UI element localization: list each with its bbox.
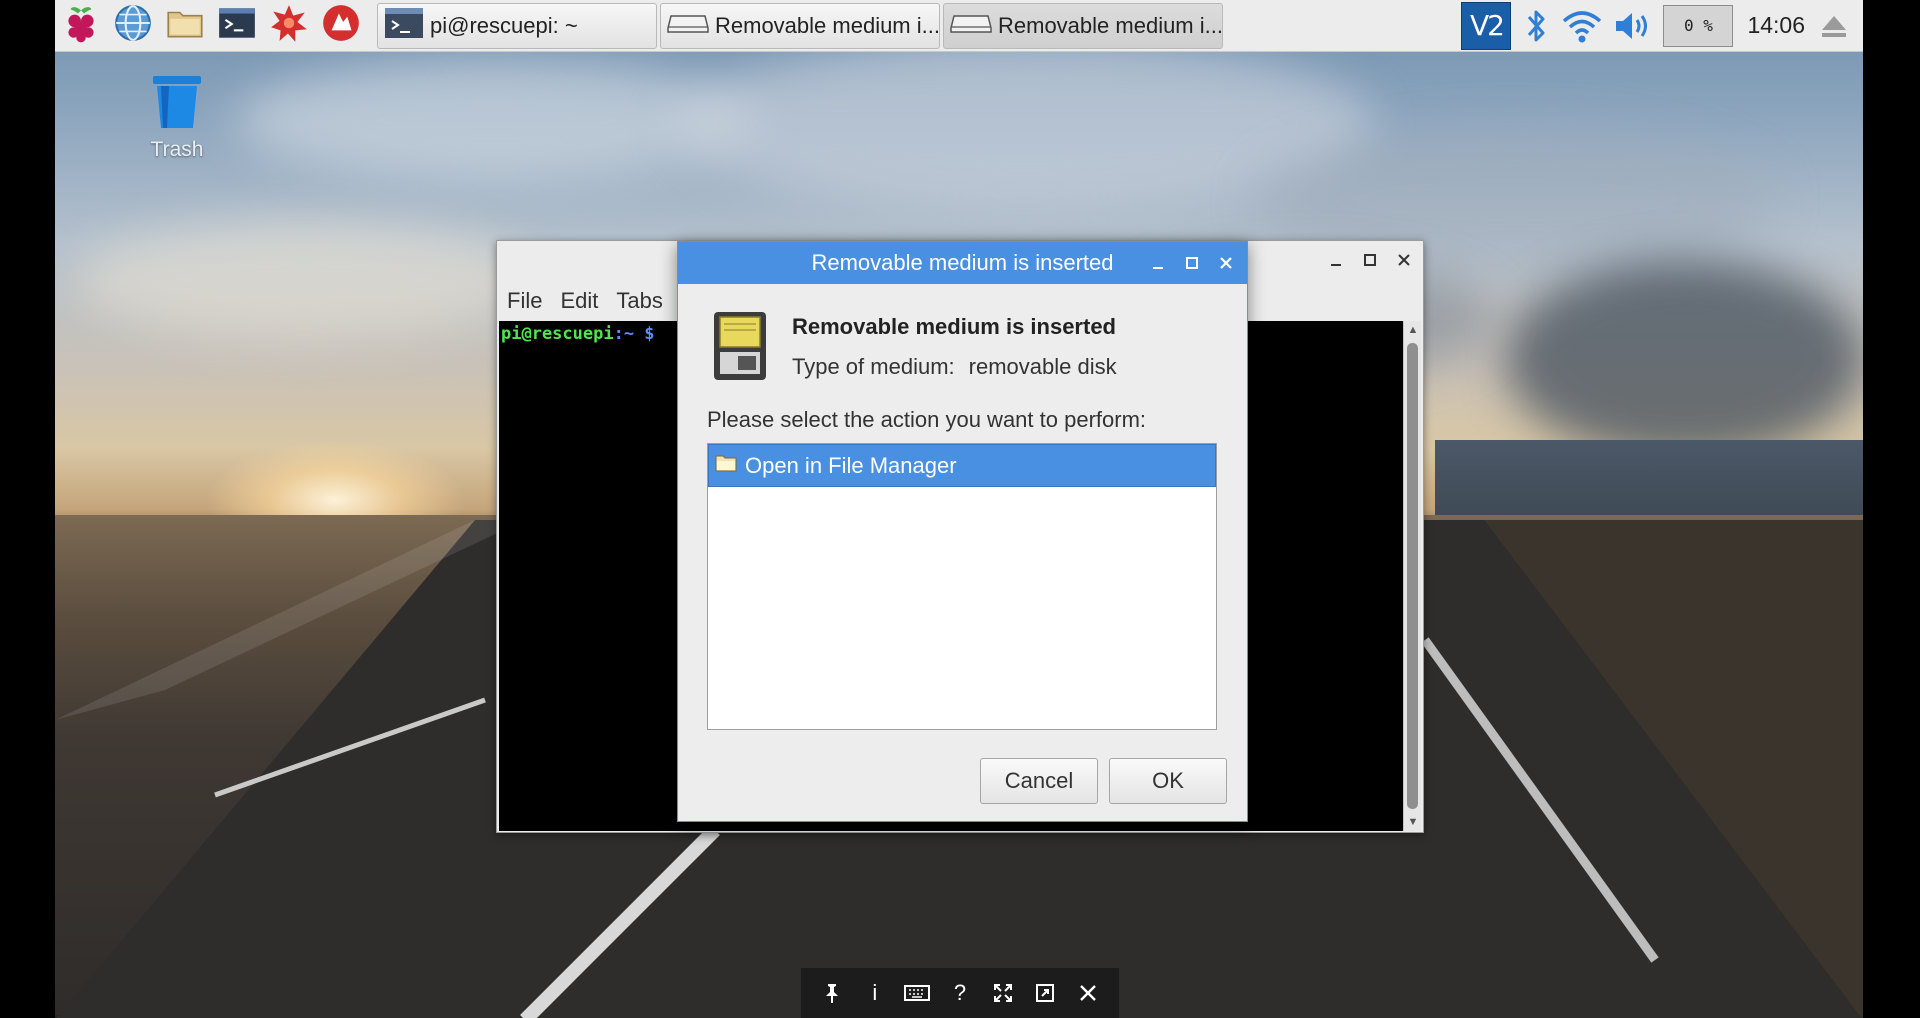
removable-medium-dialog: Removable medium is inserted Removable m… — [677, 241, 1248, 822]
taskbar-window-label: pi@rescuepi: ~ — [430, 12, 578, 38]
prompt-path: :~ $ — [613, 324, 655, 344]
close-icon[interactable] — [1215, 250, 1237, 276]
wolfram-button[interactable] — [315, 0, 367, 52]
scroll-down-icon[interactable]: ▼ — [1404, 813, 1422, 831]
cancel-button[interactable]: Cancel — [980, 758, 1098, 804]
mathematica-button[interactable] — [263, 0, 315, 52]
system-tray: V2 0 % 14:06 — [1461, 0, 1863, 52]
medium-type-value: removable disk — [968, 354, 1117, 379]
action-list[interactable]: Open in File Manager — [707, 443, 1217, 730]
medium-type-row: Type of medium: removable disk — [792, 354, 1117, 380]
web-browser-icon — [112, 2, 154, 49]
dialog-titlebar[interactable]: Removable medium is inserted — [678, 242, 1247, 284]
maximize-icon[interactable] — [1181, 250, 1203, 276]
web-browser-button[interactable] — [107, 0, 159, 52]
file-manager-button[interactable] — [159, 0, 211, 52]
minimize-icon[interactable] — [1147, 250, 1169, 276]
menu-tabs[interactable]: Tabs — [616, 288, 662, 314]
menu-file[interactable]: File — [507, 288, 542, 314]
keyboard-icon[interactable] — [900, 984, 934, 1002]
mathematica-icon — [268, 2, 310, 49]
info-icon[interactable]: i — [858, 980, 892, 1006]
medium-type-label: Type of medium: — [792, 354, 955, 379]
maximize-icon[interactable] — [1359, 249, 1381, 271]
dialog-heading: Removable medium is inserted — [792, 314, 1116, 339]
ok-button[interactable]: OK — [1109, 758, 1227, 804]
raspberry-menu-button[interactable] — [55, 0, 107, 52]
eject-icon[interactable] — [1819, 11, 1849, 41]
taskbar-window-label: Removable medium i... — [715, 12, 940, 38]
cpu-monitor[interactable]: 0 % — [1663, 4, 1734, 47]
action-label: Open in File Manager — [745, 452, 957, 478]
drive-icon — [667, 12, 709, 40]
trash-desktop-icon[interactable]: Trash — [117, 70, 237, 162]
taskbar-window-removable-2[interactable]: Removable medium i... — [943, 2, 1223, 49]
prompt-user: pi@rescuepi — [501, 324, 614, 344]
vnc-viewer-toolbar: i ? — [801, 968, 1119, 1018]
wolfram-icon — [320, 2, 362, 49]
clock[interactable]: 14:06 — [1743, 12, 1809, 39]
removable-disk-icon — [710, 310, 770, 387]
close-icon[interactable] — [1071, 984, 1105, 1002]
terminal-icon — [216, 2, 258, 49]
drive-icon — [950, 12, 992, 40]
trash-label: Trash — [150, 138, 204, 161]
volume-icon[interactable] — [1613, 8, 1653, 44]
pin-icon[interactable] — [815, 982, 849, 1004]
folder-icon — [715, 453, 737, 479]
vnc-server-button[interactable]: V2 — [1461, 1, 1512, 50]
file-manager-icon — [164, 2, 206, 49]
scrollbar-thumb[interactable] — [1407, 343, 1418, 809]
bluetooth-icon[interactable] — [1521, 6, 1551, 46]
terminal-launcher-button[interactable] — [211, 0, 263, 52]
wifi-icon[interactable] — [1561, 8, 1603, 44]
vnc-icon: V2 — [1469, 9, 1505, 42]
minimize-icon[interactable] — [1325, 249, 1347, 271]
taskbar-window-terminal[interactable]: pi@rescuepi: ~ — [377, 2, 657, 49]
close-icon[interactable] — [1393, 249, 1415, 271]
taskbar-window-removable-1[interactable]: Removable medium i... — [660, 2, 940, 49]
dialog-title: Removable medium is inserted — [811, 250, 1114, 275]
taskbar-window-label: Removable medium i... — [998, 12, 1223, 38]
taskbar: pi@rescuepi: ~ Removable medium i... Rem… — [55, 0, 1863, 52]
scroll-up-icon[interactable]: ▲ — [1404, 321, 1422, 339]
terminal-icon — [384, 5, 424, 47]
fullscreen-icon[interactable] — [986, 983, 1020, 1003]
menu-edit[interactable]: Edit — [560, 288, 598, 314]
action-prompt: Please select the action you want to per… — [707, 407, 1147, 432]
terminal-scrollbar[interactable]: ▲ ▼ — [1403, 321, 1421, 831]
raspberry-menu-icon — [60, 2, 102, 49]
action-open-in-file-manager[interactable]: Open in File Manager — [708, 444, 1216, 487]
scale-icon[interactable] — [1028, 983, 1062, 1003]
help-icon[interactable]: ? — [943, 980, 977, 1006]
trash-icon — [147, 70, 207, 130]
